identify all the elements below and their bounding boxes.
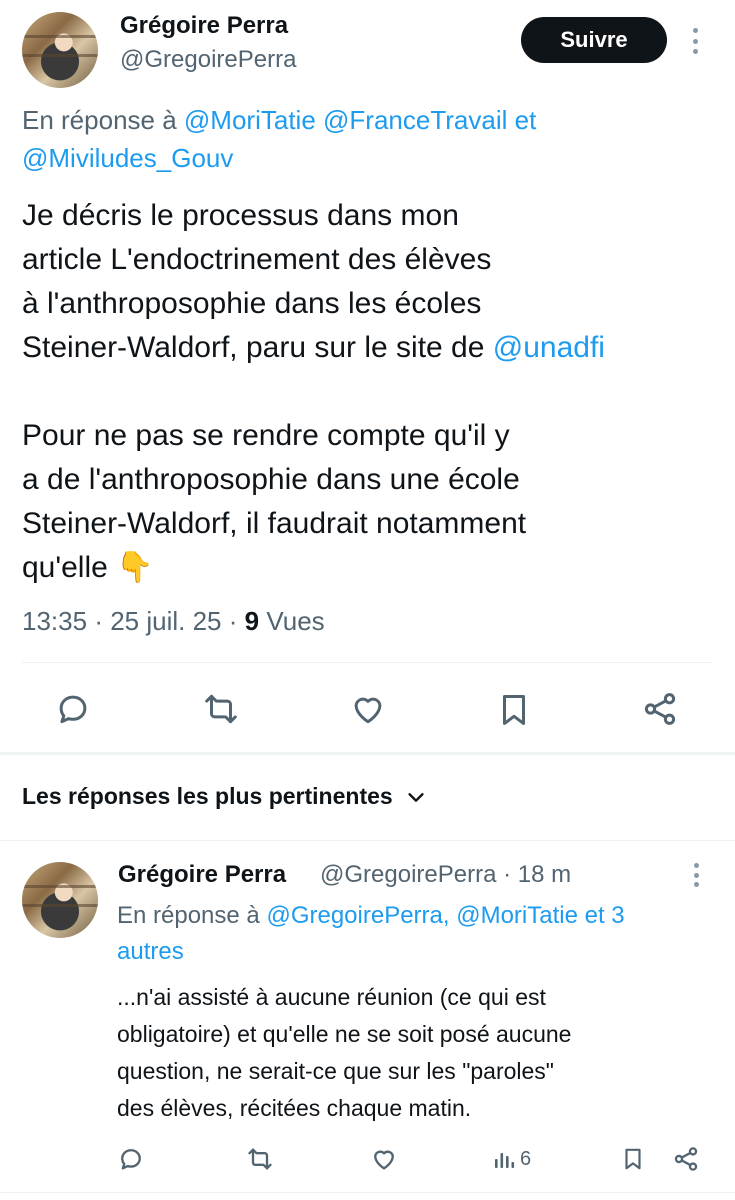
section-separator [0, 752, 735, 755]
reply-to-line: En réponse à @MoriTatie @FranceTravail e… [22, 101, 722, 177]
reply-line: des élèves, récitées chaque matin. [117, 1095, 472, 1121]
mention-link[interactable]: @unadfi [493, 331, 605, 364]
author-name[interactable]: Grégoire Perra [120, 12, 288, 40]
author-handle-time[interactable]: @GregoirePerra · 18 m [320, 861, 571, 889]
retweet-button[interactable] [245, 1145, 275, 1173]
tweet-text: Je décris le processus dans mon article … [22, 194, 722, 590]
pointing-down-emoji-icon: 👇 [116, 551, 154, 584]
main-tweet-header: Grégoire Perra @GregoirePerra Suivre [0, 0, 735, 100]
tweet-thread-screen: Grégoire Perra @GregoirePerra Suivre En … [0, 0, 735, 1200]
share-button[interactable] [672, 1145, 700, 1173]
analytics-button[interactable]: 6 [492, 1145, 531, 1173]
bookmark-icon [502, 695, 526, 725]
divider [22, 662, 713, 663]
heart-icon [374, 1150, 394, 1170]
views-count: 6 [520, 1147, 532, 1170]
bookmark-icon [625, 1148, 641, 1170]
reply-prefix: En réponse à [22, 105, 177, 135]
tweet-line: article L'endoctrinement des élèves [22, 243, 492, 276]
bar-chart-icon [495, 1153, 515, 1168]
more-vertical-icon[interactable] [691, 863, 701, 887]
mention-link[interactable]: @GregoirePerra, [266, 902, 449, 929]
avatar[interactable] [22, 12, 98, 88]
tweet-line: à l'anthroposophie dans les écoles [22, 287, 482, 320]
tweet-line: Je décris le processus dans mon [22, 199, 459, 232]
tweet-line: Steiner-Waldorf, paru sur le site de @un… [22, 326, 722, 370]
views-label[interactable]: Vues [266, 606, 324, 636]
sort-label: Les réponses les plus pertinentes [22, 783, 393, 809]
mention-link[interactable]: @Miviludes_Gouv [22, 143, 233, 173]
divider [0, 840, 735, 841]
replies-sort-dropdown[interactable]: Les réponses les plus pertinentes [22, 783, 427, 810]
heart-icon [354, 697, 382, 724]
reply-line: question, ne serait-ce que sur les "paro… [117, 1058, 554, 1084]
mention-link[interactable]: @MoriTatie et 3 [456, 902, 624, 929]
tweet-line: a de l'anthroposophie dans une école [22, 463, 520, 496]
follow-button[interactable]: Suivre [521, 17, 667, 63]
tweet-date[interactable]: 25 juil. 25 [110, 606, 221, 636]
reply-to-line: En réponse à @GregoirePerra, @MoriTatie … [117, 898, 717, 970]
mention-link[interactable]: @MoriTatie [184, 105, 316, 135]
chevron-down-icon [408, 792, 424, 802]
reply-line: ...n'ai assisté à aucune réunion (ce qui… [117, 984, 546, 1010]
share-icon [644, 693, 676, 725]
reply-button[interactable] [54, 690, 92, 728]
avatar[interactable] [22, 862, 98, 938]
bookmark-button[interactable] [620, 1145, 646, 1173]
more-vertical-icon[interactable] [690, 28, 700, 54]
retweet-button[interactable] [201, 690, 241, 728]
author-handle[interactable]: @GregoirePerra [120, 46, 296, 74]
tweet-line-text: Steiner-Waldorf, paru sur le site de [22, 331, 485, 364]
reply-line: obligatoire) et qu'elle ne se soit posé … [117, 1021, 572, 1047]
tweet-metadata: 13:35 · 25 juil. 25 · 9 Vues [22, 606, 325, 637]
bookmark-button[interactable] [495, 690, 533, 730]
reply-text: ...n'ai assisté à aucune réunion (ce qui… [117, 979, 717, 1127]
separator-dot: · [228, 606, 238, 636]
share-button[interactable] [641, 690, 679, 728]
author-name[interactable]: Grégoire Perra [118, 861, 286, 889]
reply-button[interactable] [117, 1145, 145, 1173]
separator-dot: · [94, 606, 103, 636]
views-count: 9 [244, 606, 260, 636]
divider [0, 1192, 735, 1193]
speech-bubble-icon [59, 695, 87, 724]
tweet-time[interactable]: 13:35 [22, 606, 87, 636]
like-button[interactable] [349, 690, 387, 728]
tweet-line: qu'elle 👇 [22, 546, 722, 590]
retweet-icon [205, 694, 237, 724]
speech-bubble-icon [121, 1149, 141, 1170]
others-link[interactable]: autres [117, 938, 184, 965]
retweet-icon [248, 1148, 272, 1170]
tweet-line-text: qu'elle [22, 551, 108, 584]
mention-link[interactable]: @FranceTravail [323, 105, 507, 135]
tweet-line: Pour ne pas se rendre compte qu'il y [22, 419, 510, 452]
reply-prefix: En réponse à [117, 902, 260, 929]
like-button[interactable] [370, 1145, 398, 1173]
mention-joiner: et [514, 105, 537, 135]
tweet-line: Steiner-Waldorf, il faudrait notamment [22, 507, 527, 540]
share-icon [674, 1147, 698, 1171]
